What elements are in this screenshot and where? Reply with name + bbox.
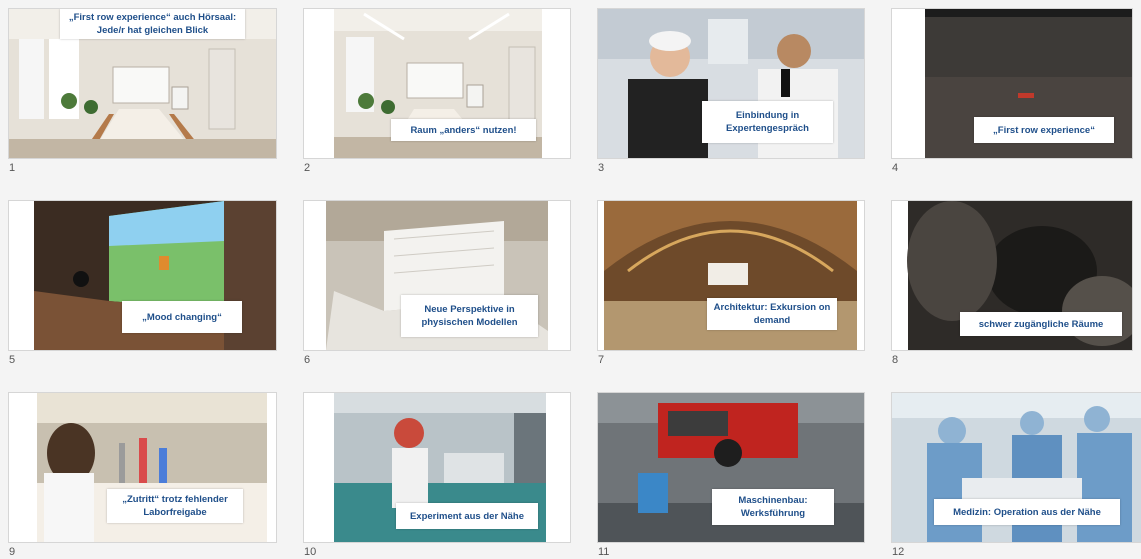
- slide-caption: Raum „anders“ nutzen!: [391, 119, 536, 141]
- slide-number: 3: [598, 162, 605, 174]
- slide-thumbnail-10[interactable]: Experiment aus der Nähe: [304, 393, 570, 542]
- slide-thumbnail-4[interactable]: „First row experience“: [892, 9, 1132, 158]
- slide-thumbnail-5[interactable]: „Mood changing“: [9, 201, 276, 350]
- slide-number: 1: [9, 162, 16, 174]
- slide-caption: Einbindung in Expertengespräch: [702, 101, 833, 143]
- slide-number: 5: [9, 354, 16, 366]
- slide-thumbnail-2[interactable]: Raum „anders“ nutzen!: [304, 9, 570, 158]
- slide-number: 12: [892, 546, 905, 558]
- slide-thumbnail-8[interactable]: schwer zugängliche Räume: [892, 201, 1132, 350]
- slide-thumbnail-12[interactable]: Medizin: Operation aus der Nähe: [892, 393, 1141, 542]
- slide-number: 6: [304, 354, 311, 366]
- slide-thumbnail-6[interactable]: Neue Perspektive in physischen Modellen: [304, 201, 570, 350]
- slide-number: 8: [892, 354, 899, 366]
- slide-thumbnail-9[interactable]: „Zutritt“ trotz fehlender Laborfreigabe: [9, 393, 276, 542]
- slide-caption: Maschinenbau: Werksführung: [712, 489, 834, 525]
- slide-caption: schwer zugängliche Räume: [960, 312, 1122, 336]
- slide-number: 2: [304, 162, 311, 174]
- slide-caption: Architektur: Exkursion on demand: [707, 298, 837, 330]
- slide-thumbnail-3[interactable]: Einbindung in Expertengespräch: [598, 9, 864, 158]
- slide-sorter-view: { "slides": [ {"number":"1","caption":"„…: [0, 0, 1141, 559]
- slide-caption: „Zutritt“ trotz fehlender Laborfreigabe: [107, 489, 243, 523]
- slide-caption: „First row experience“ auch Hörsaal: Jed…: [60, 9, 245, 39]
- slide-thumbnail-1[interactable]: „First row experience“ auch Hörsaal: Jed…: [9, 9, 276, 158]
- slide-caption: Medizin: Operation aus der Nähe: [934, 499, 1120, 525]
- slide-number: 10: [304, 546, 317, 558]
- slide-caption: „Mood changing“: [122, 301, 242, 333]
- slide-caption: Neue Perspektive in physischen Modellen: [401, 295, 538, 337]
- slide-number: 7: [598, 354, 605, 366]
- slide-thumbnail-11[interactable]: Maschinenbau: Werksführung: [598, 393, 864, 542]
- slide-number: 9: [9, 546, 16, 558]
- slide-number: 11: [598, 546, 610, 558]
- slide-caption: „First row experience“: [974, 117, 1114, 143]
- slide-number: 4: [892, 162, 899, 174]
- slide-thumbnail-7[interactable]: Architektur: Exkursion on demand: [598, 201, 864, 350]
- slide-caption: Experiment aus der Nähe: [396, 503, 538, 529]
